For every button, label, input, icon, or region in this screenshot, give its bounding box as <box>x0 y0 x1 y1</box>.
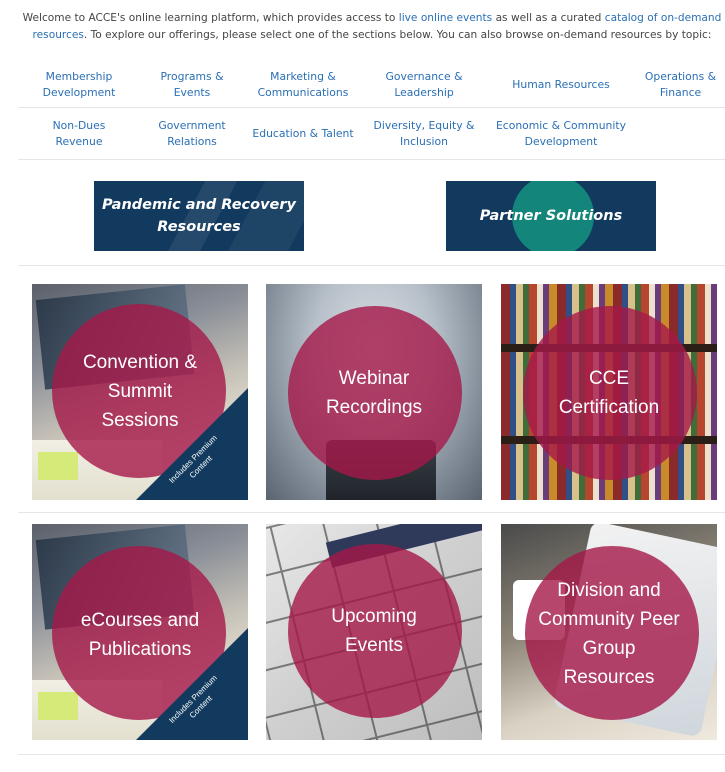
topic-governance-leadership[interactable]: Governance & Leadership <box>362 69 486 101</box>
topic-non-dues-revenue[interactable]: Non-Dues Revenue <box>18 118 140 150</box>
topic-human-resources[interactable]: Human Resources <box>486 77 636 93</box>
topic-links: Membership Development Programs & Events M… <box>18 62 725 160</box>
partner-solutions-label: Partner Solutions <box>479 208 623 224</box>
division-community-peer-group-tile[interactable]: Division and Community Peer Group Resources <box>501 524 717 740</box>
intro-text-3: . To explore our offerings, please selec… <box>83 29 712 41</box>
tile-row-1: Convention & Summit Sessions Includes Prem… <box>18 266 725 513</box>
intro-text-1: Welcome to ACCE's online learning platfo… <box>22 12 399 24</box>
tile-row-2: eCourses and Publications Includes Premiu… <box>18 513 725 755</box>
sticky-note <box>38 452 78 480</box>
live-online-events-link[interactable]: live online events <box>399 12 492 24</box>
topic-education-talent[interactable]: Education & Talent <box>244 126 362 142</box>
topic-operations-finance[interactable]: Operations & Finance <box>636 69 725 101</box>
upcoming-events-tile[interactable]: Upcoming Events <box>266 524 482 740</box>
topic-economic-community-development[interactable]: Economic & Community Development <box>486 118 636 150</box>
pandemic-recovery-label: Pandemic and Recovery Resources <box>101 197 296 235</box>
banner-row: Pandemic and Recovery Resources Partner S… <box>18 160 725 266</box>
webinar-recordings-tile[interactable]: Webinar Recordings <box>266 284 482 500</box>
pandemic-recovery-banner[interactable]: Pandemic and Recovery Resources <box>94 181 304 251</box>
cce-certification-tile[interactable]: CCE Certification <box>501 284 717 500</box>
sticky-note <box>38 692 78 720</box>
topic-diversity-equity-inclusion[interactable]: Diversity, Equity & Inclusion <box>362 118 486 150</box>
tile-title: Webinar Recordings <box>325 368 423 418</box>
ecourses-publications-tile[interactable]: eCourses and Publications Includes Premiu… <box>32 524 248 740</box>
topic-programs-events[interactable]: Programs & Events <box>140 69 244 101</box>
topic-row-2: Non-Dues Revenue Government Relations Educ… <box>18 108 725 160</box>
intro-text-2: as well as a curated <box>492 12 605 24</box>
partner-solutions-banner[interactable]: Partner Solutions <box>446 181 656 251</box>
topic-row-1: Membership Development Programs & Events M… <box>18 62 725 108</box>
topic-marketing-communications[interactable]: Marketing & Communications <box>244 69 362 101</box>
intro-text: Welcome to ACCE's online learning platfo… <box>22 10 722 44</box>
topic-government-relations[interactable]: Government Relations <box>140 118 244 150</box>
tile-title: Upcoming Events <box>331 606 417 656</box>
tile-title: Division and Community Peer Group Resources <box>538 580 680 688</box>
convention-summit-sessions-tile[interactable]: Convention & Summit Sessions Includes Prem… <box>32 284 248 500</box>
topic-membership-development[interactable]: Membership Development <box>18 69 140 101</box>
tile-title: CCE Certification <box>558 368 660 418</box>
